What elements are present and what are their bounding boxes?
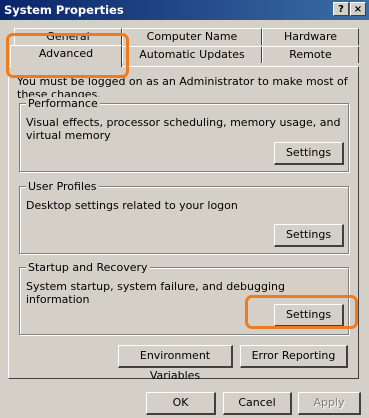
apply-label: Apply — [313, 396, 345, 409]
cancel-button[interactable]: Cancel — [223, 392, 292, 415]
close-button[interactable]: × — [350, 2, 366, 16]
environment-variables-button[interactable]: Environment Variables — [118, 345, 233, 382]
user-profiles-settings-label: Settings — [285, 228, 332, 241]
error-reporting-label: Error Reporting — [251, 349, 336, 362]
tab-automatic-updates[interactable]: Automatic Updates — [122, 46, 262, 63]
highlight-advanced-tab — [6, 33, 129, 78]
tab-computer-name[interactable]: Computer Name — [122, 28, 262, 45]
tab-hardware[interactable]: Hardware — [262, 28, 359, 45]
tab-remote[interactable]: Remote — [262, 46, 359, 63]
system-properties-window: System Properties ? × General Computer N… — [0, 0, 369, 418]
title-bar[interactable]: System Properties ? × — [0, 0, 369, 20]
help-button[interactable]: ? — [333, 2, 349, 16]
cancel-label: Cancel — [238, 396, 276, 409]
error-reporting-button[interactable]: Error Reporting — [240, 345, 348, 368]
performance-settings-button[interactable]: Settings — [274, 142, 344, 165]
user-profiles-title: User Profiles — [26, 180, 99, 193]
performance-group: Performance Visual effects, processor sc… — [19, 97, 349, 172]
highlight-startup-settings — [245, 295, 358, 329]
user-profiles-group: User Profiles Desktop settings related t… — [19, 180, 349, 254]
ok-label: OK — [172, 396, 189, 409]
performance-desc: Visual effects, processor scheduling, me… — [26, 116, 341, 142]
startup-recovery-title: Startup and Recovery — [26, 261, 150, 274]
window-title: System Properties — [4, 3, 124, 17]
performance-settings-label: Settings — [285, 146, 332, 159]
user-profiles-settings-button[interactable]: Settings — [274, 224, 344, 247]
user-profiles-desc: Desktop settings related to your logon — [26, 199, 238, 212]
advanced-tab-panel: You must be logged on as an Administrato… — [8, 66, 359, 382]
performance-title: Performance — [26, 97, 100, 110]
environment-variables-label: Environment Variables — [139, 349, 211, 382]
apply-button[interactable]: Apply — [298, 392, 361, 415]
ok-button[interactable]: OK — [146, 392, 216, 415]
